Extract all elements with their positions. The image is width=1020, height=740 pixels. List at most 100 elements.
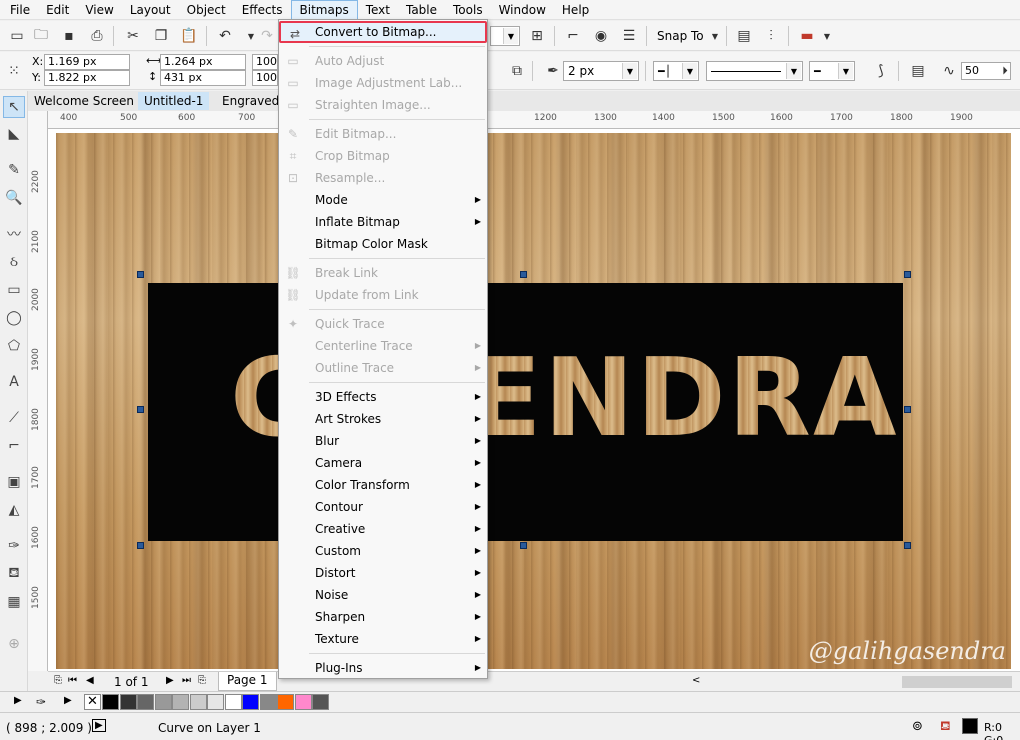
eyedropper-tool-icon[interactable]: ✑	[3, 535, 25, 557]
cut-icon[interactable]: ✂	[122, 25, 144, 47]
menu-camera[interactable]: Camera ▶	[279, 452, 487, 474]
color-swatch[interactable]	[154, 694, 172, 710]
color-swatch[interactable]	[294, 694, 312, 710]
scroll-thumb[interactable]	[902, 676, 1012, 688]
color-swatch[interactable]	[277, 694, 294, 710]
menu-outline-trace[interactable]: Outline Trace ▶	[279, 357, 487, 379]
menu-auto-adjust[interactable]: ▭ Auto Adjust	[279, 50, 487, 72]
x-position-field[interactable]: 1.169 px	[44, 54, 130, 70]
next-page-icon[interactable]: ▶	[166, 675, 174, 686]
zoom-tool-icon[interactable]: 🔍	[3, 187, 25, 209]
drawing-canvas[interactable]: G ENDRA @galihgasendra	[48, 129, 1020, 671]
open-folder-icon[interactable]: 🗀	[30, 25, 52, 47]
menu-noise[interactable]: Noise ▶	[279, 584, 487, 606]
launcher-dropdown-icon[interactable]: ▼	[816, 25, 838, 47]
page-tab-1[interactable]: Page 1	[218, 672, 277, 691]
align-distribute-icon[interactable]: ⫶	[760, 25, 782, 47]
menu-plug-ins[interactable]: Plug-Ins ▶	[279, 657, 487, 679]
menu-convert-to-bitmap[interactable]: ⇄ Convert to Bitmap...	[279, 21, 487, 43]
menu-window[interactable]: Window	[491, 0, 554, 20]
snap-to-label[interactable]: Snap To	[657, 29, 704, 43]
palette-menu-icon[interactable]: ▶	[64, 695, 72, 706]
menu-centerline-trace[interactable]: Centerline Trace ▶	[279, 335, 487, 357]
menu-object[interactable]: Object	[179, 0, 234, 20]
selection-handle[interactable]	[904, 271, 911, 278]
paste-icon[interactable]: 📋	[178, 25, 200, 47]
color-swatch[interactable]	[259, 694, 277, 710]
smudge-tool-icon[interactable]: ✎	[3, 159, 25, 181]
add-page-icon[interactable]: ⎘	[54, 675, 62, 686]
new-document-icon[interactable]: ▭	[6, 25, 28, 47]
snap-to-dropdown-icon[interactable]: ▼	[704, 25, 726, 47]
menu-texture[interactable]: Texture ▶	[279, 628, 487, 650]
menu-table[interactable]: Table	[398, 0, 445, 20]
polygon-tool-icon[interactable]: ⬠	[3, 335, 25, 357]
pen-nib-icon[interactable]: ✒	[542, 60, 564, 82]
add-tool-icon[interactable]: ⊕	[3, 633, 25, 655]
guidelines-icon[interactable]: ☰	[618, 25, 640, 47]
menu-3d-effects[interactable]: 3D Effects ▶	[279, 386, 487, 408]
start-arrowhead-dropdown[interactable]: ━│ ▼	[653, 61, 699, 81]
tab-welcome-screen[interactable]: Welcome Screen	[28, 92, 140, 110]
print-icon[interactable]: ⎙	[86, 25, 108, 47]
fill-tool-icon[interactable]: ⛾	[3, 563, 25, 585]
options-icon[interactable]: ▤	[733, 25, 755, 47]
width-field[interactable]: 1.264 px	[160, 54, 246, 70]
selection-handle[interactable]	[137, 542, 144, 549]
rectangle-tool-icon[interactable]: ▭	[3, 279, 25, 301]
color-swatch[interactable]	[172, 694, 189, 710]
snap-target-icon[interactable]: ⊚	[912, 719, 923, 734]
color-swatch[interactable]	[119, 694, 137, 710]
drop-shadow-tool-icon[interactable]: ▣	[3, 471, 25, 493]
menu-sharpen[interactable]: Sharpen ▶	[279, 606, 487, 628]
full-screen-preview-icon[interactable]: ⊞	[526, 25, 548, 47]
color-swatch[interactable]	[102, 694, 119, 710]
menu-straighten-image[interactable]: ▭ Straighten Image...	[279, 94, 487, 116]
selection-handle[interactable]	[904, 542, 911, 549]
last-page-icon[interactable]: ⏭	[182, 675, 191, 686]
text-tool-icon[interactable]: A	[3, 371, 25, 393]
menu-color-transform[interactable]: Color Transform ▶	[279, 474, 487, 496]
menu-edit-bitmap[interactable]: ✎ Edit Bitmap...	[279, 123, 487, 145]
menu-inflate-bitmap[interactable]: Inflate Bitmap ▶	[279, 211, 487, 233]
menu-art-strokes[interactable]: Art Strokes ▶	[279, 408, 487, 430]
selection-handle[interactable]	[520, 542, 527, 549]
selection-handle[interactable]	[137, 271, 144, 278]
fill-color-swatch[interactable]	[962, 718, 978, 734]
curve-smoothing-icon[interactable]: ∿	[938, 60, 960, 82]
y-position-field[interactable]: 1.822 px	[44, 70, 130, 86]
height-field[interactable]: 431 px	[160, 70, 246, 86]
menu-crop-bitmap[interactable]: ⌗ Crop Bitmap	[279, 145, 487, 167]
shape-tool-icon[interactable]: ◣	[3, 123, 25, 145]
menu-image-adjustment-lab[interactable]: ▭ Image Adjustment Lab...	[279, 72, 487, 94]
dimension-tool-icon[interactable]: ⟋	[3, 407, 25, 429]
color-swatch[interactable]	[137, 694, 154, 710]
line-style-dropdown[interactable]: ▼	[706, 61, 803, 81]
transform-icon[interactable]: ⧉	[506, 60, 528, 82]
no-color-swatch[interactable]: ✕	[84, 694, 101, 710]
end-arrowhead-dropdown[interactable]: ━ ▼	[809, 61, 855, 81]
add-page-after-icon[interactable]: ⎘	[198, 675, 206, 686]
color-swatch[interactable]	[189, 694, 207, 710]
menu-creative[interactable]: Creative ▶	[279, 518, 487, 540]
transparency-tool-icon[interactable]: ◭	[3, 499, 25, 521]
scale-width-field[interactable]: 100,	[252, 54, 281, 70]
scroll-left-icon[interactable]: <	[692, 675, 700, 686]
menu-blur[interactable]: Blur ▶	[279, 430, 487, 452]
menu-layout[interactable]: Layout	[122, 0, 179, 20]
selection-handle[interactable]	[520, 271, 527, 278]
menu-edit[interactable]: Edit	[38, 0, 77, 20]
menu-effects[interactable]: Effects	[234, 0, 291, 20]
color-swatch[interactable]	[242, 694, 259, 710]
freehand-tool-icon[interactable]: 〰	[3, 223, 25, 245]
fill-bucket-icon[interactable]: ⛾	[940, 719, 951, 736]
pick-tool-icon[interactable]: ↖	[3, 96, 25, 118]
scale-height-field[interactable]: 100,	[252, 70, 281, 86]
engraved-text[interactable]: ENDRA	[468, 339, 899, 459]
tab-untitled-1[interactable]: Untitled-1	[138, 92, 210, 110]
wrap-text-icon[interactable]: ▤	[907, 60, 929, 82]
selection-handle[interactable]	[904, 406, 911, 413]
eyedropper-icon[interactable]: ✑	[36, 695, 46, 709]
connector-tool-icon[interactable]: ⌐	[3, 435, 25, 457]
menu-mode[interactable]: Mode ▶	[279, 189, 487, 211]
